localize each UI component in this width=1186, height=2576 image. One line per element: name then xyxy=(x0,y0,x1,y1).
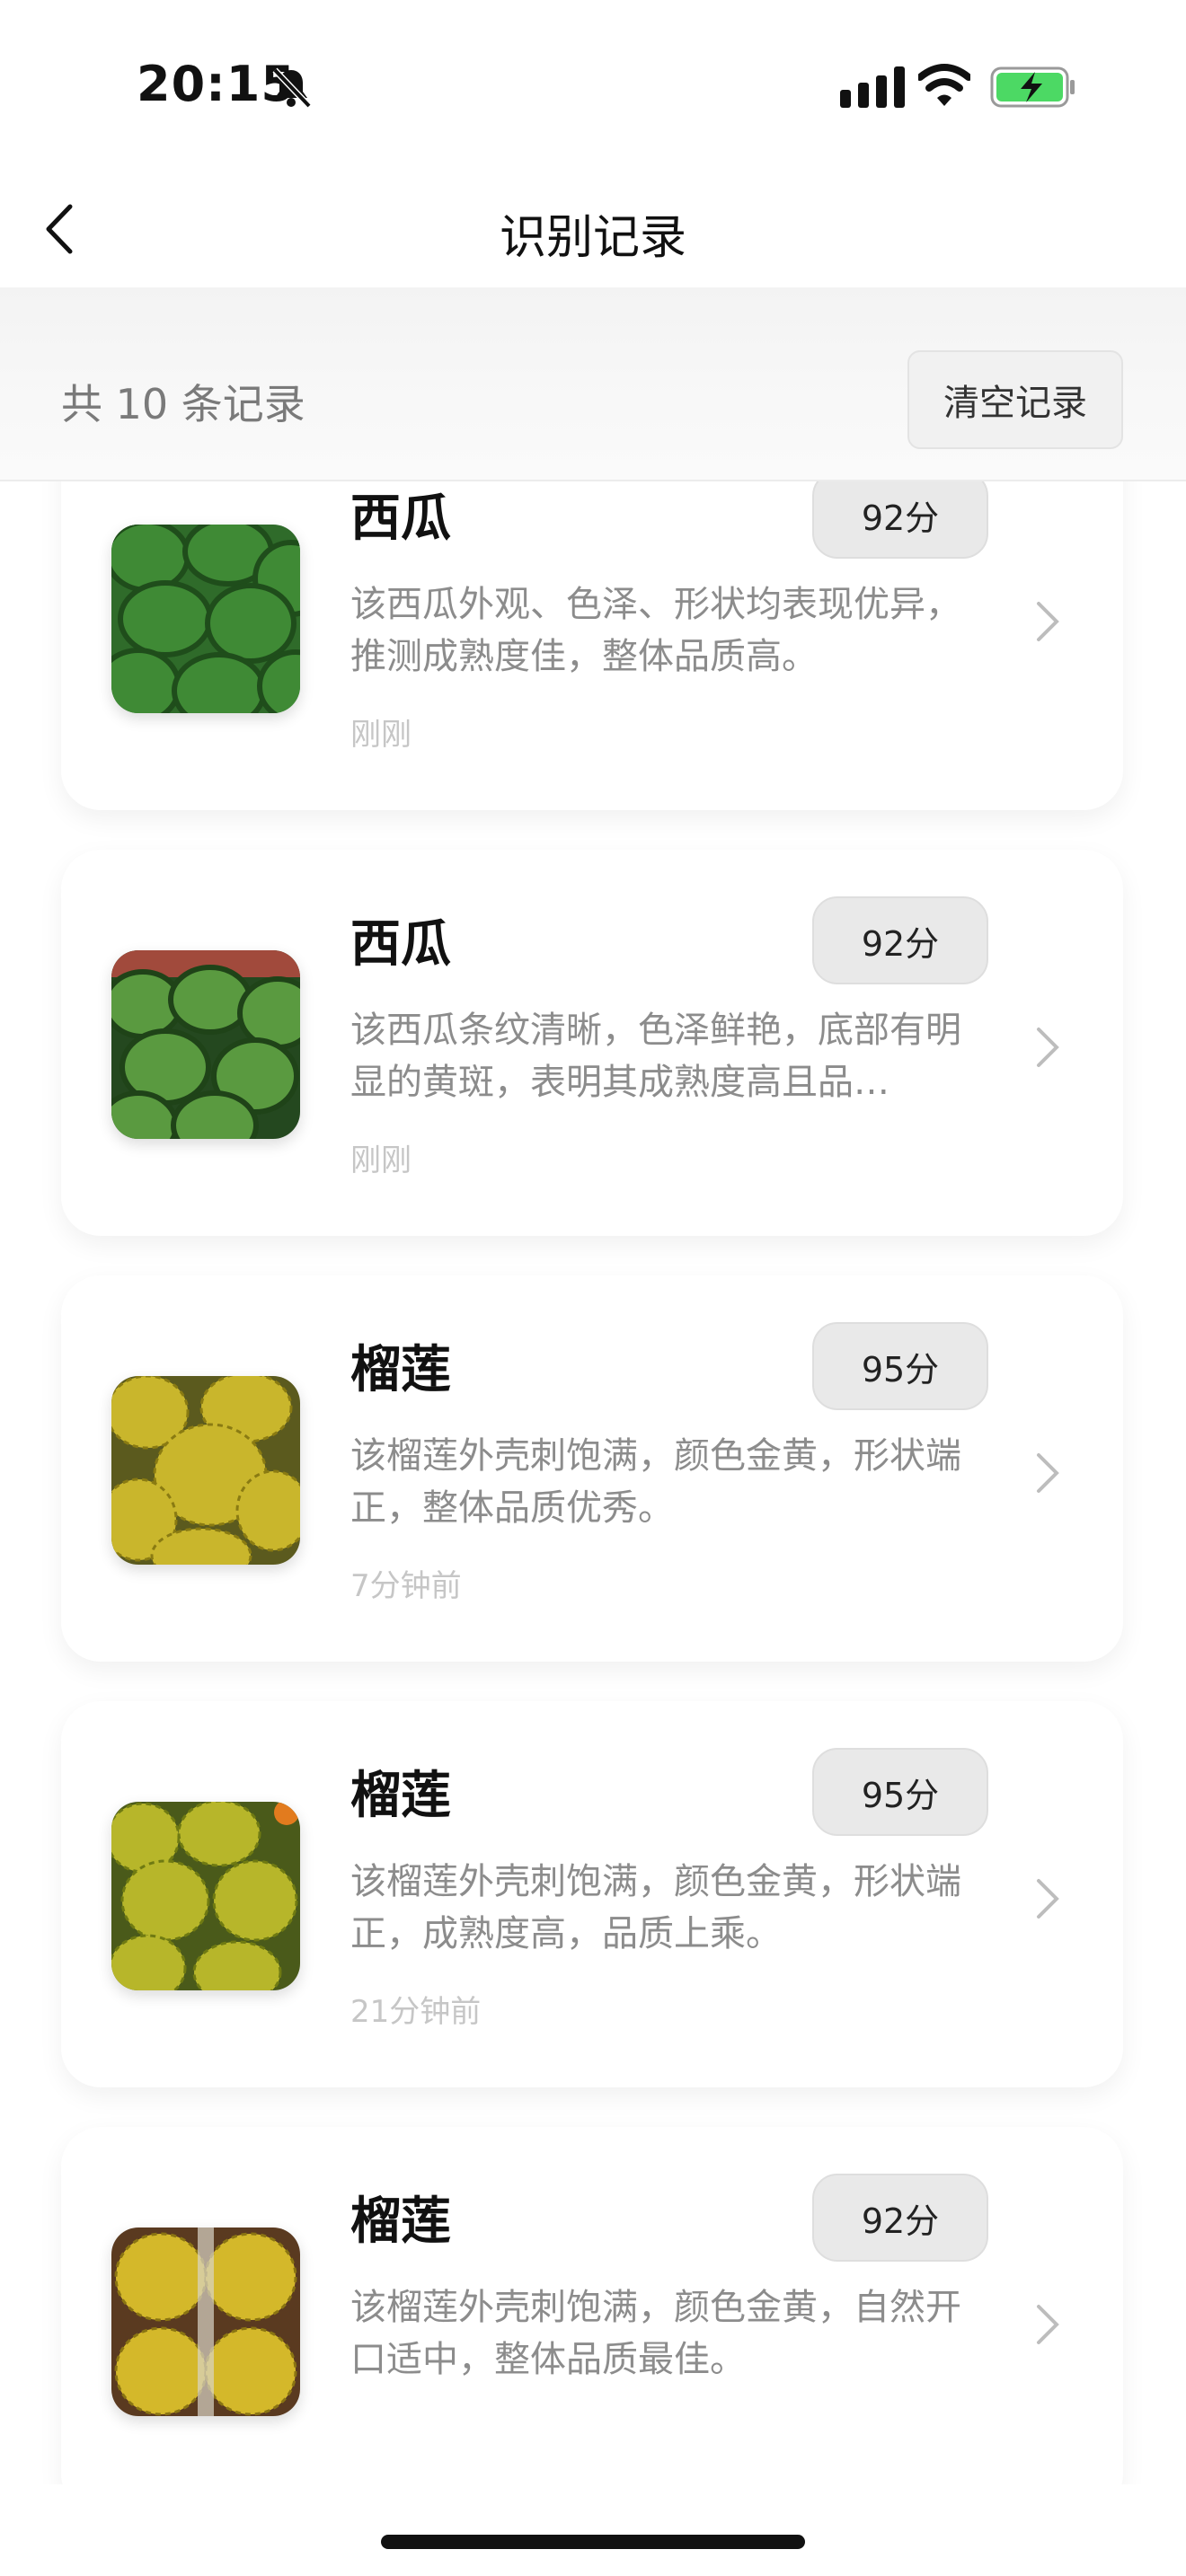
fruit-name: 西瓜 xyxy=(350,915,451,974)
record-description: 该榴莲外壳刺饱满，颜色金黄，自然开口适中，整体品质最佳。 xyxy=(350,2287,961,2380)
record-card[interactable]: 西瓜 92分 该西瓜外观、色泽、形状均表现优异，推测成熟度佳，整体品质高。 刚刚 xyxy=(61,481,1123,810)
record-time: 7分钟前 xyxy=(350,1568,462,1604)
record-card[interactable]: 榴莲 92分 该榴莲外壳刺饱满，颜色金黄，自然开口适中，整体品质最佳。 xyxy=(61,2127,1123,2484)
chevron-right-icon xyxy=(1037,1879,1059,1919)
durian-image xyxy=(111,1376,300,1565)
record-description: 该榴莲外壳刺饱满，颜色金黄，形状端正，成熟度高，品质上乘。 xyxy=(350,1861,961,1954)
home-indicator xyxy=(381,2535,805,2549)
record-time: 21分钟前 xyxy=(350,1994,482,2030)
score-badge: 95分 xyxy=(812,1748,988,1836)
page-title: 识别记录 xyxy=(499,211,686,265)
fruit-name: 榴莲 xyxy=(350,1767,451,1825)
durian-image xyxy=(111,1802,300,1990)
score-badge: 92分 xyxy=(812,896,988,984)
record-card[interactable]: 西瓜 92分 该西瓜条纹清晰，色泽鲜艳，底部有明显的黄斑，表明其成熟度高且品… … xyxy=(61,850,1123,1236)
watermelon-image xyxy=(111,950,300,1139)
summary-bar: 共 10 条记录 清空记录 xyxy=(0,287,1186,481)
score-badge: 92分 xyxy=(812,481,988,559)
fruit-image xyxy=(111,950,300,1139)
score-badge: 92分 xyxy=(812,2174,988,2262)
chevron-right-icon xyxy=(1037,1028,1059,1067)
record-time: 刚刚 xyxy=(350,1142,412,1178)
record-card[interactable]: 榴莲 95分 该榴莲外壳刺饱满，颜色金黄，形状端正，整体品质优秀。 7分钟前 xyxy=(61,1275,1123,1662)
fruit-image xyxy=(111,2228,300,2416)
record-time: 刚刚 xyxy=(350,717,412,753)
fruit-name: 西瓜 xyxy=(350,490,451,548)
record-description: 该榴莲外壳刺饱满，颜色金黄，形状端正，整体品质优秀。 xyxy=(350,1435,961,1529)
fruit-image xyxy=(111,525,300,713)
bell-slash-icon xyxy=(272,67,312,109)
record-list: 西瓜 92分 该西瓜外观、色泽、形状均表现优异，推测成熟度佳，整体品质高。 刚刚… xyxy=(0,481,1186,2484)
signal-icon xyxy=(840,66,905,108)
record-description: 该西瓜外观、色泽、形状均表现优异，推测成熟度佳，整体品质高。 xyxy=(350,584,961,677)
nav-bar: 识别记录 xyxy=(0,171,1186,287)
durian-image xyxy=(111,2228,300,2416)
record-description: 该西瓜条纹清晰，色泽鲜艳，底部有明显的黄斑，表明其成熟度高且品… xyxy=(350,1010,961,1103)
fruit-image xyxy=(111,1376,300,1565)
score-badge: 95分 xyxy=(812,1322,988,1410)
chevron-right-icon xyxy=(1037,602,1059,641)
fruit-name: 榴莲 xyxy=(350,1341,451,1399)
fruit-name: 榴莲 xyxy=(350,2192,451,2251)
clear-records-button[interactable]: 清空记录 xyxy=(907,350,1123,449)
status-bar: 20:15 xyxy=(0,0,1186,171)
chevron-right-icon xyxy=(1037,2305,1059,2344)
battery-charging-icon xyxy=(990,66,1075,108)
watermelon-image xyxy=(111,525,300,713)
record-count: 共 10 条记录 xyxy=(61,380,305,428)
chevron-right-icon xyxy=(1037,1453,1059,1493)
wifi-icon xyxy=(918,64,970,106)
fruit-image xyxy=(111,1802,300,1990)
record-card[interactable]: 榴莲 95分 该榴莲外壳刺饱满，颜色金黄，形状端正，成熟度高，品质上乘。 21分… xyxy=(61,1701,1123,2087)
